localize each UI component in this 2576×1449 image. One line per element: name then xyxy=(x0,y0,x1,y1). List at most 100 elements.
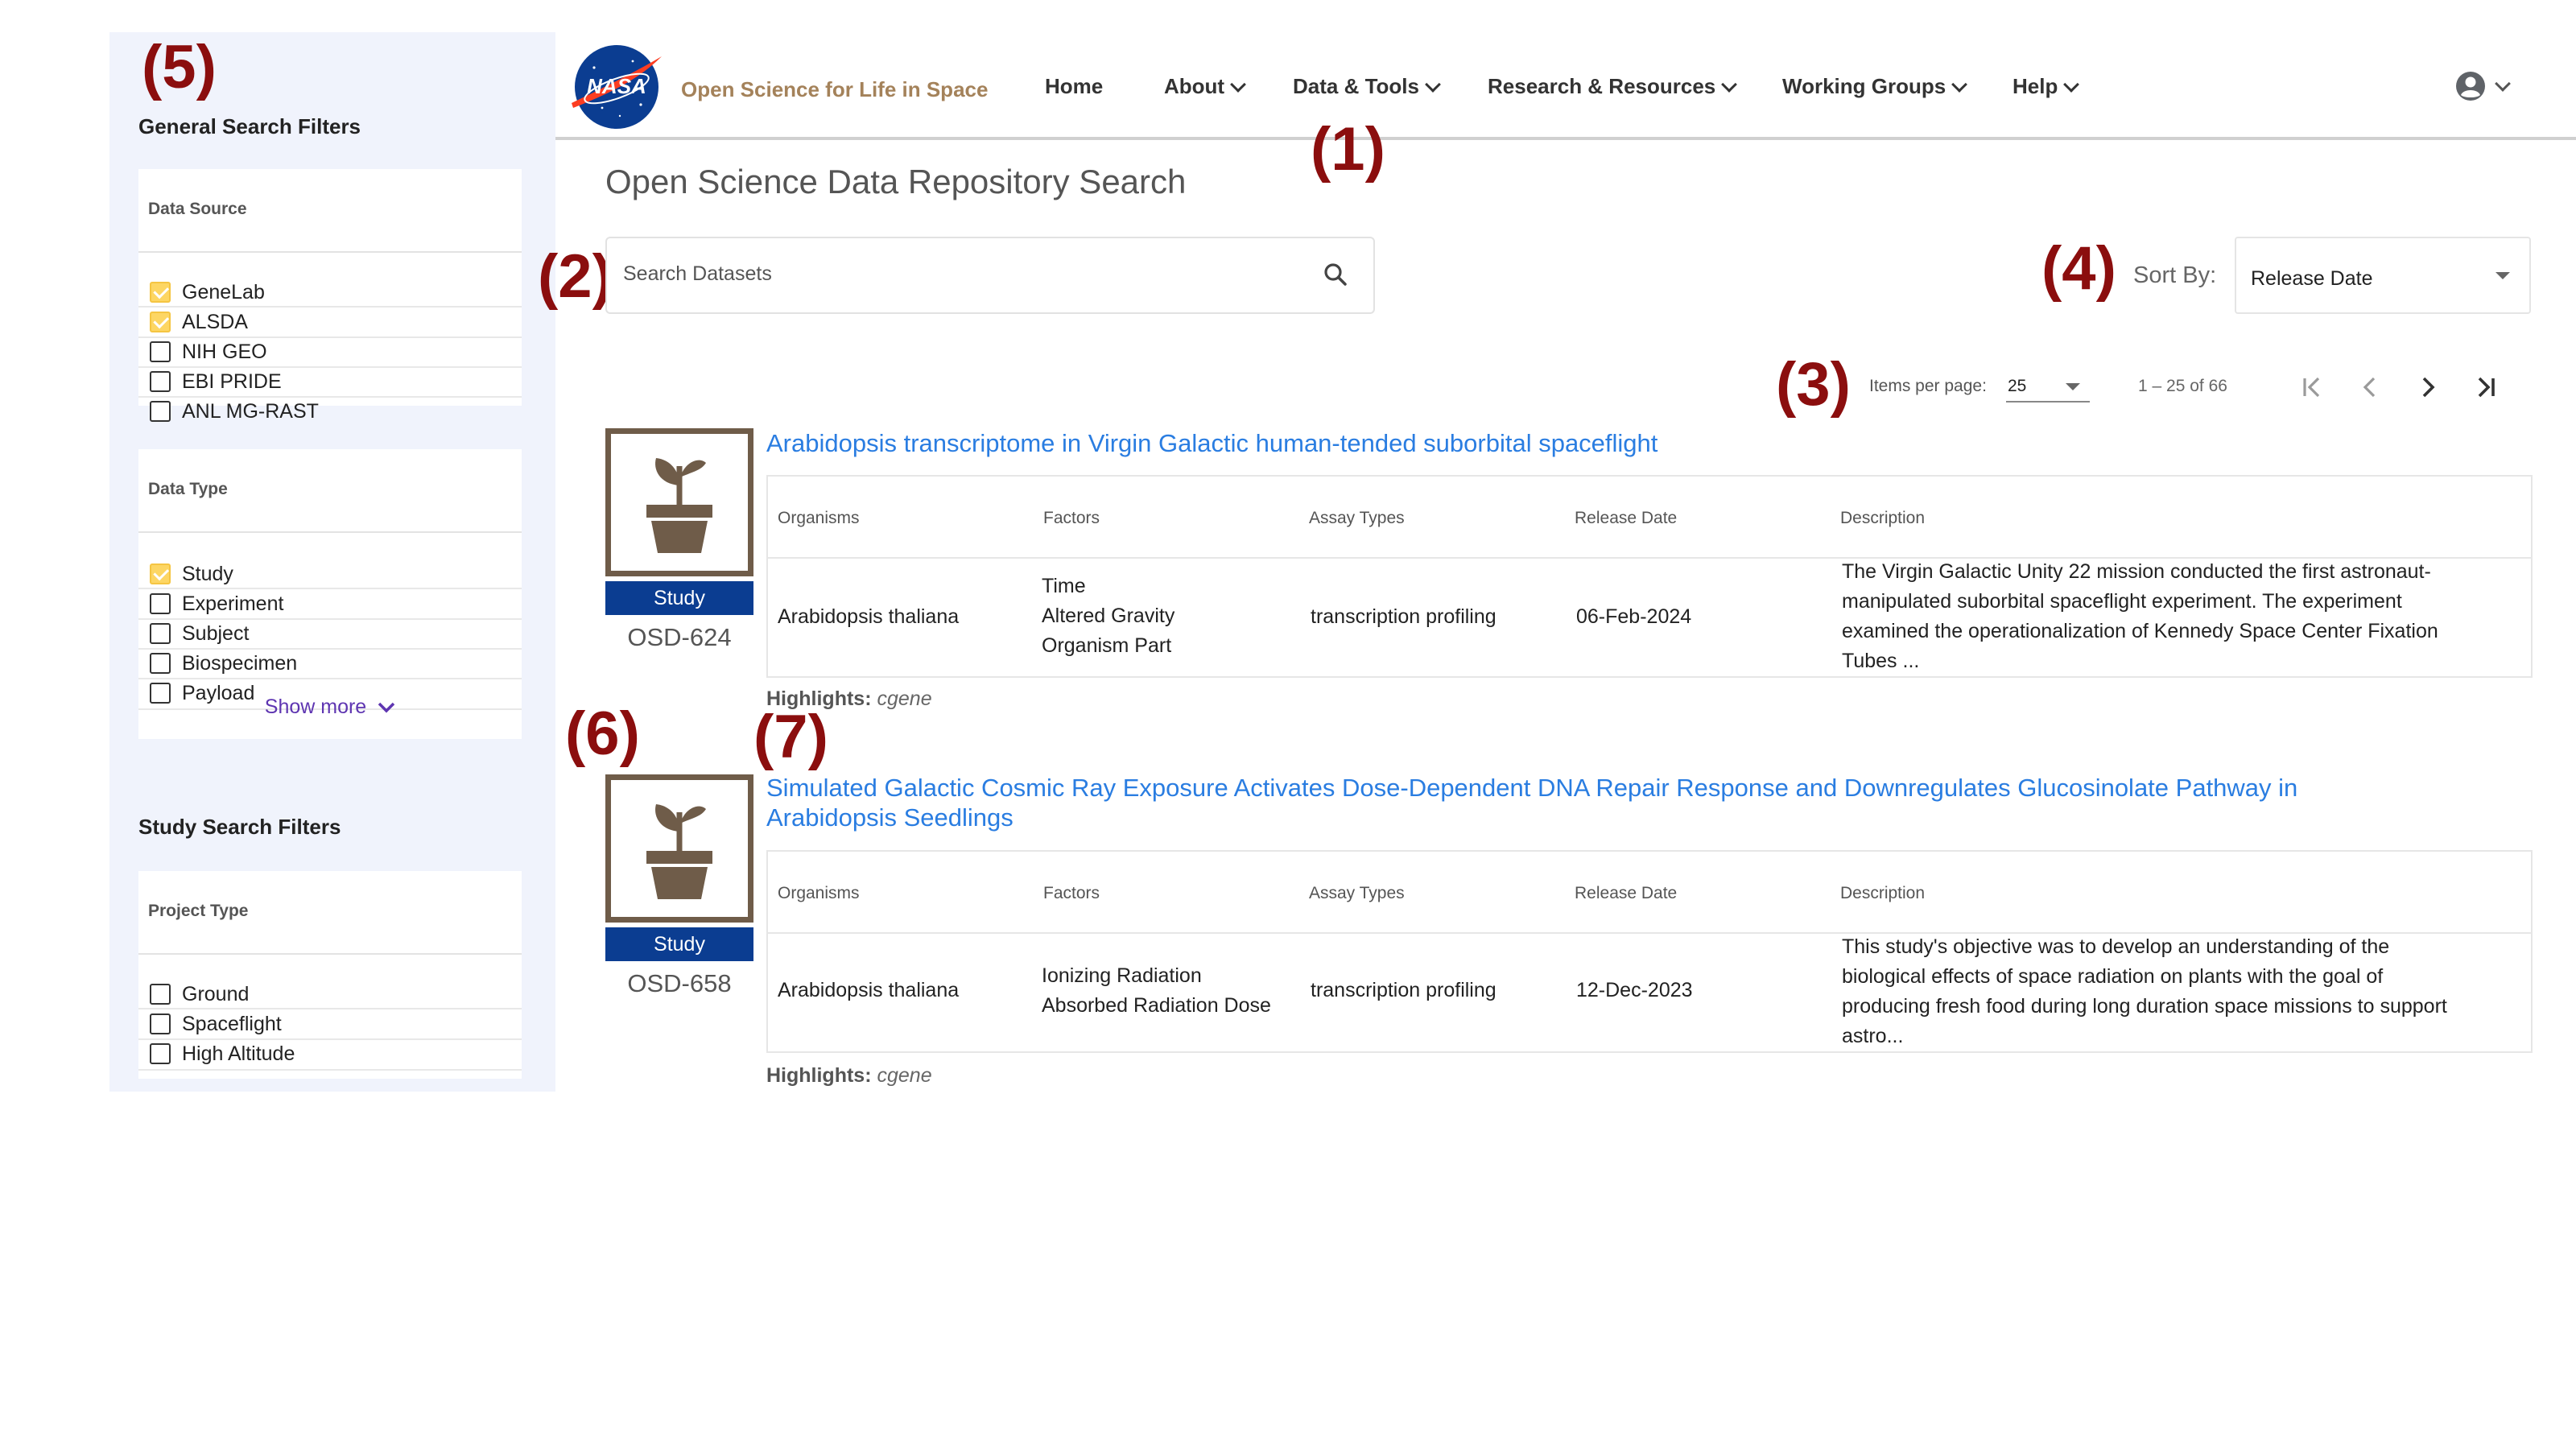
sort-by-select[interactable]: Release Date xyxy=(2235,237,2531,314)
show-more-button[interactable]: Show more xyxy=(138,696,522,719)
option-label: Experiment xyxy=(182,592,284,615)
study-thumbnail[interactable] xyxy=(605,774,753,923)
highlights-value: cgene xyxy=(877,687,932,710)
description-line: producing fresh food during long duratio… xyxy=(1842,995,2447,1018)
account-circle-icon xyxy=(2456,72,2485,101)
filter-option-nih-geo[interactable]: NIH GEO xyxy=(150,336,267,367)
annotation-label-4: (4) xyxy=(2041,234,2116,303)
factor-item: Time xyxy=(1042,575,1086,597)
nasa-logo[interactable]: NASA xyxy=(570,40,663,134)
items-per-page-select[interactable]: 25 xyxy=(2006,369,2090,402)
filter-option-high-altitude[interactable]: High Altitude xyxy=(150,1038,295,1069)
nav-about[interactable]: About xyxy=(1164,74,1246,99)
search-placeholder: Search Datasets xyxy=(623,262,772,285)
previous-page-button[interactable] xyxy=(2349,369,2391,406)
checkbox[interactable] xyxy=(150,1043,171,1064)
divider xyxy=(138,251,522,253)
divider xyxy=(138,531,522,533)
option-label: Study xyxy=(182,562,233,585)
checkbox[interactable] xyxy=(150,653,171,674)
option-label: NIH GEO xyxy=(182,340,267,363)
filter-option-experiment[interactable]: Experiment xyxy=(150,588,283,619)
option-label: GeneLab xyxy=(182,280,265,303)
assay-cell: transcription profiling xyxy=(1311,605,1496,628)
chevron-down-icon xyxy=(1230,76,1246,93)
chevron-down-icon xyxy=(378,702,395,712)
chevron-left-icon xyxy=(2363,377,2376,398)
data-type-title: Data Type xyxy=(148,480,228,498)
checkbox-checked[interactable] xyxy=(150,312,171,332)
site-brand[interactable]: Open Science for Life in Space xyxy=(681,77,988,102)
study-title-text: Arabidopsis transcriptome in Virgin Gala… xyxy=(766,429,1658,457)
checkbox[interactable] xyxy=(150,401,171,422)
filter-option-ebi-pride[interactable]: EBI PRIDE xyxy=(150,366,282,397)
last-page-icon xyxy=(2478,377,2495,398)
study-title-link[interactable]: Simulated Galactic Cosmic Ray Exposure A… xyxy=(766,773,2425,832)
study-badge: Study xyxy=(605,581,753,615)
checkbox[interactable] xyxy=(150,1013,171,1034)
column-header-description: Description xyxy=(1840,884,1926,902)
nav-research-resources[interactable]: Research & Resources xyxy=(1488,74,1738,99)
description-line: Tubes ... xyxy=(1842,650,1920,672)
study-thumbnail[interactable] xyxy=(605,428,753,576)
checkbox-checked[interactable] xyxy=(150,282,171,303)
sort-by-label: Sort By: xyxy=(2133,262,2217,288)
filter-option-ground[interactable]: Ground xyxy=(150,979,249,1009)
nav-help[interactable]: Help xyxy=(2013,74,2080,99)
items-per-page-value: 25 xyxy=(2008,377,2027,395)
checkbox[interactable] xyxy=(150,623,171,644)
nav-home[interactable]: Home xyxy=(1045,74,1103,99)
chevron-down-icon xyxy=(2063,76,2080,93)
column-header-description: Description xyxy=(1840,509,1926,527)
filter-option-study[interactable]: Study xyxy=(150,559,233,589)
description-line: examined the operationalization of Kenne… xyxy=(1842,620,2438,642)
checkbox[interactable] xyxy=(150,371,171,392)
study-title-link[interactable]: Arabidopsis transcriptome in Virgin Gala… xyxy=(766,428,2425,458)
description-cell: The Virgin Galactic Unity 22 mission con… xyxy=(1842,557,2438,676)
data-source-filter-card: Data Source GeneLab ALSDA NIH GEO EBI PR… xyxy=(138,169,522,423)
checkbox[interactable] xyxy=(150,341,171,362)
release-date-cell: 06-Feb-2024 xyxy=(1576,605,1692,628)
divider xyxy=(138,953,522,955)
filter-option-alsda[interactable]: ALSDA xyxy=(150,307,248,337)
checkbox[interactable] xyxy=(150,593,171,614)
option-label: ANL MG-RAST xyxy=(182,399,319,423)
factor-item: Absorbed Radiation Dose xyxy=(1042,994,1271,1017)
chevron-down-icon xyxy=(1425,76,1441,93)
first-page-button[interactable] xyxy=(2291,369,2333,406)
annotation-label-1: (1) xyxy=(1311,115,1385,184)
chevron-right-icon xyxy=(2422,377,2435,398)
option-label: Biospecimen xyxy=(182,651,298,675)
option-label: ALSDA xyxy=(182,310,248,333)
filter-option-subject[interactable]: Subject xyxy=(150,618,249,649)
filter-option-anl-mg-rast[interactable]: ANL MG-RAST xyxy=(150,396,319,427)
option-label: Spaceflight xyxy=(182,1012,282,1035)
sort-by-value: Release Date xyxy=(2251,267,2373,290)
checkbox[interactable] xyxy=(150,984,171,1005)
search-input[interactable]: Search Datasets xyxy=(605,237,1375,314)
release-date-cell: 12-Dec-2023 xyxy=(1576,979,1693,1001)
filter-option-genelab[interactable]: GeneLab xyxy=(150,277,265,308)
filter-option-biospecimen[interactable]: Biospecimen xyxy=(150,648,297,679)
user-menu[interactable] xyxy=(2455,71,2511,101)
next-page-button[interactable] xyxy=(2407,369,2449,406)
factors-cell: Time Altered Gravity Organism Part xyxy=(1042,572,1174,661)
nav-working-groups[interactable]: Working Groups xyxy=(1782,74,1968,99)
study-id: OSD-624 xyxy=(627,623,732,651)
factors-cell: Ionizing Radiation Absorbed Radiation Do… xyxy=(1042,961,1271,1021)
data-source-title: Data Source xyxy=(148,200,247,218)
nav-help-label: Help xyxy=(2013,74,2058,98)
checkbox-checked[interactable] xyxy=(150,564,171,584)
nav-about-label: About xyxy=(1164,74,1225,98)
last-page-button[interactable] xyxy=(2465,369,2507,406)
chevron-down-icon xyxy=(1951,76,1968,93)
annotation-label-6: (6) xyxy=(565,700,640,768)
option-label: EBI PRIDE xyxy=(182,369,282,393)
highlights-label: Highlights: xyxy=(766,1064,872,1087)
nav-data-tools[interactable]: Data & Tools xyxy=(1293,74,1441,99)
dropdown-arrow-icon xyxy=(2496,272,2510,279)
filter-sidebar: (5) General Search Filters Data Source G… xyxy=(109,32,555,1092)
filter-option-spaceflight[interactable]: Spaceflight xyxy=(150,1009,282,1039)
nasa-meatball-icon: NASA xyxy=(572,45,662,129)
search-icon[interactable] xyxy=(1322,261,1349,288)
